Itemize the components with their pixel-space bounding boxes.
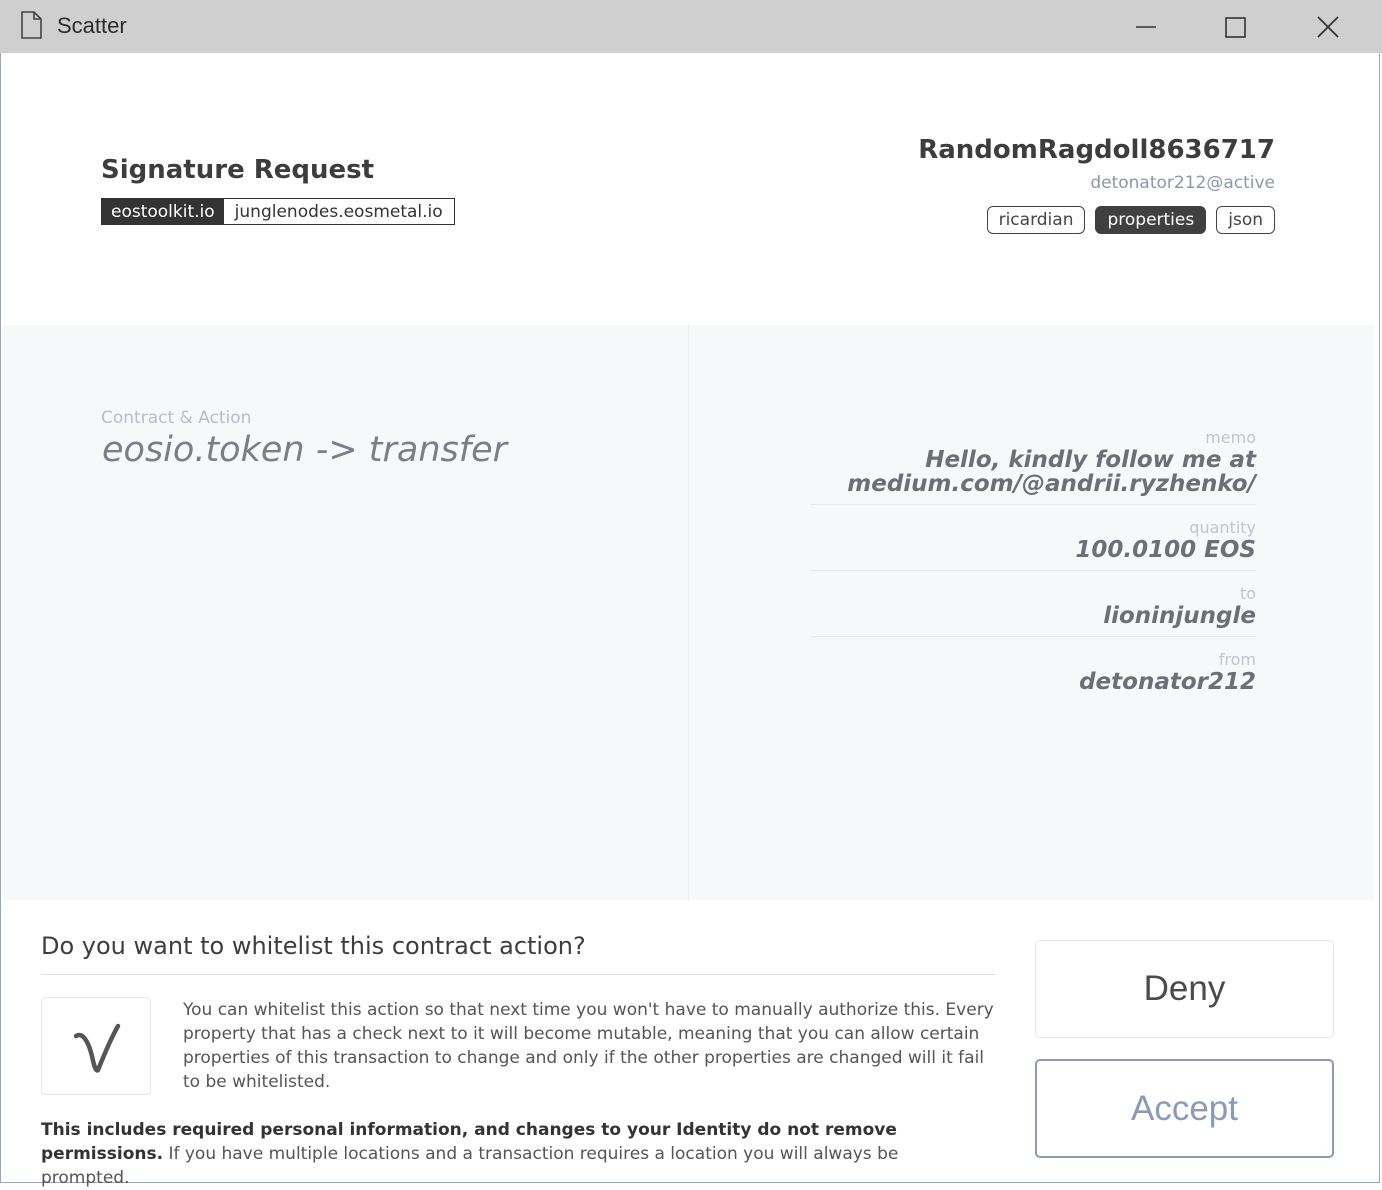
- origin-badge: eostoolkit.io junglenodes.eosmetal.io: [101, 198, 455, 225]
- account-permission: detonator212@active: [1090, 173, 1275, 193]
- section-divider: [41, 974, 995, 975]
- property-to: to lioninjungle: [811, 584, 1256, 637]
- whitelist-note: This includes required personal informat…: [41, 1118, 991, 1190]
- minimize-icon: [1136, 26, 1156, 28]
- window-titlebar[interactable]: Scatter: [0, 0, 1382, 53]
- document-icon: [20, 11, 42, 43]
- tab-json[interactable]: json: [1216, 206, 1275, 234]
- panel-divider: [688, 325, 689, 900]
- property-key: from: [1218, 650, 1256, 669]
- page-title: Signature Request: [101, 155, 375, 185]
- deny-button[interactable]: Deny: [1035, 940, 1334, 1038]
- close-button[interactable]: [1298, 0, 1358, 53]
- whitelist-description: You can whitelist this action so that ne…: [183, 1000, 994, 1092]
- accept-button[interactable]: Accept: [1035, 1059, 1334, 1158]
- property-key: memo: [1205, 428, 1256, 447]
- property-value: detonator212: [1079, 669, 1256, 695]
- property-quantity: quantity 100.0100 EOS: [811, 518, 1256, 571]
- whitelist-checkbox[interactable]: [41, 997, 151, 1095]
- property-value: 100.0100 EOS: [1075, 537, 1256, 563]
- property-key: to: [1239, 584, 1256, 603]
- checkmark-icon: [73, 1023, 121, 1073]
- minimize-button[interactable]: [1116, 0, 1176, 53]
- property-value: Hello, kindly follow me at: [925, 447, 1256, 473]
- contract-action-label: Contract & Action: [101, 408, 252, 428]
- tab-properties[interactable]: properties: [1095, 206, 1207, 234]
- close-icon: [1317, 16, 1339, 38]
- window-title: Scatter: [57, 13, 127, 38]
- account-name: RandomRagdoll8636717: [918, 135, 1275, 165]
- property-value: lioninjungle: [1103, 603, 1256, 629]
- whitelist-note-text: If you have multiple locations and a tra…: [41, 1144, 899, 1188]
- maximize-button[interactable]: [1206, 0, 1266, 53]
- property-key: quantity: [1189, 518, 1256, 537]
- contract-action-value: eosio.token -> transfer: [102, 430, 507, 470]
- property-value-continued: medium.com/@andrii.ryzhenko/: [847, 471, 1256, 497]
- property-from: from detonator212: [811, 650, 1256, 702]
- maximize-icon: [1225, 17, 1246, 38]
- origin-network-label: junglenodes.eosmetal.io: [223, 199, 454, 224]
- property-memo: memo Hello, kindly follow me at medium.c…: [811, 428, 1256, 505]
- tab-ricardian[interactable]: ricardian: [986, 206, 1086, 234]
- origin-app-label: eostoolkit.io: [102, 199, 224, 224]
- properties-list: memo Hello, kindly follow me at medium.c…: [811, 428, 1256, 715]
- view-tabs: ricardian properties json: [986, 206, 1275, 234]
- whitelist-question: Do you want to whitelist this contract a…: [41, 932, 586, 960]
